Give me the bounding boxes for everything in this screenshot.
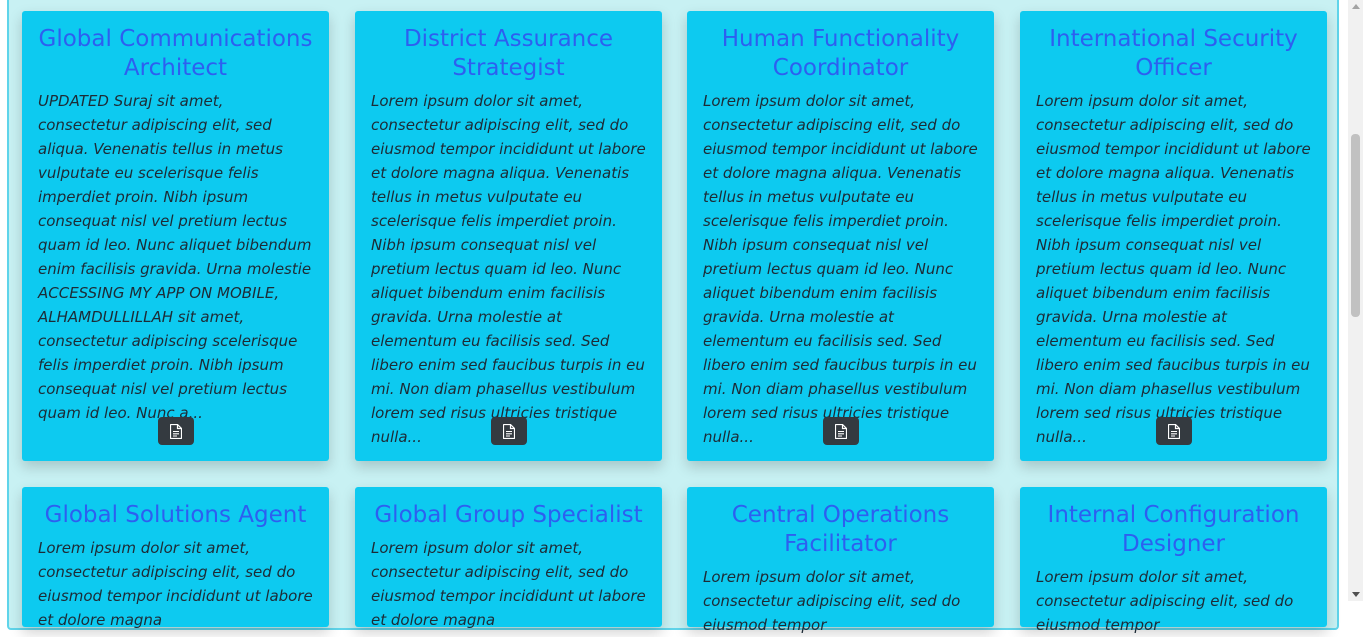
card-description: Lorem ipsum dolor sit amet, consectetur … [371,92,646,446]
card-title[interactable]: International Security Officer [1036,25,1311,83]
card-description: Lorem ipsum dolor sit amet, consectetur … [703,568,961,634]
job-card: Internal Configuration Designer Lorem ip… [1020,487,1327,634]
view-details-button[interactable] [822,417,859,445]
file-text-icon [502,423,515,439]
card-title[interactable]: Internal Configuration Designer [1036,501,1311,559]
card-description: Lorem ipsum dolor sit amet, consectetur … [1036,568,1294,634]
file-text-icon [1167,423,1180,439]
job-card: Global Solutions Agent Lorem ipsum dolor… [22,487,329,629]
card-title[interactable]: Global Group Specialist [371,501,646,530]
card-description: Lorem ipsum dolor sit amet, consectetur … [703,92,978,446]
vertical-scrollbar[interactable] [1348,0,1363,601]
view-details-button[interactable] [157,417,194,445]
card-title[interactable]: District Assurance Strategist [371,25,646,83]
job-card: Global Group Specialist Lorem ipsum dolo… [355,487,662,629]
job-card: District Assurance Strategist Lorem ipsu… [355,11,662,461]
job-card: Global Communications Architect UPDATED … [22,11,329,461]
card-description: Lorem ipsum dolor sit amet, consectetur … [1036,92,1311,446]
job-card: International Security Officer Lorem ips… [1020,11,1327,461]
view-details-button[interactable] [1155,417,1192,445]
card-title[interactable]: Global Communications Architect [38,25,313,83]
job-card: Human Functionality Coordinator Lorem ip… [687,11,994,461]
card-description: UPDATED Suraj sit amet, consectetur adip… [38,92,312,422]
card-description: Lorem ipsum dolor sit amet, consectetur … [38,539,313,629]
scroll-down-arrow-icon[interactable] [1352,592,1360,597]
scroll-thumb[interactable] [1351,134,1360,317]
file-text-icon [169,423,182,439]
job-card: Central Operations Facilitator Lorem ips… [687,487,994,634]
card-title[interactable]: Human Functionality Coordinator [703,25,978,83]
file-text-icon [834,423,847,439]
scroll-up-arrow-icon[interactable] [1352,4,1360,9]
card-description: Lorem ipsum dolor sit amet, consectetur … [371,539,646,629]
view-details-button[interactable] [490,417,527,445]
card-title[interactable]: Central Operations Facilitator [703,501,978,559]
card-title[interactable]: Global Solutions Agent [38,501,313,530]
